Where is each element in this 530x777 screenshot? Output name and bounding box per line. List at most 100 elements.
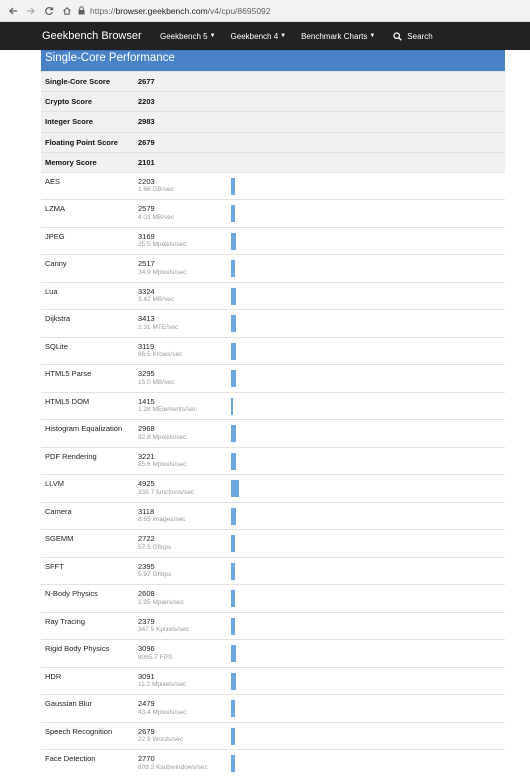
workload-rate: 8.65 images/sec bbox=[138, 516, 186, 524]
workload-name: LLVM bbox=[45, 479, 65, 489]
score-bar bbox=[231, 562, 235, 580]
summary-score: 2983 bbox=[138, 117, 155, 127]
workload-name: Face Detection bbox=[45, 754, 96, 764]
score-bar-track bbox=[231, 397, 471, 415]
workload-rate: 1.66 GB/sec bbox=[138, 186, 174, 194]
score-bar bbox=[231, 205, 235, 223]
workload-name: Canny bbox=[45, 259, 67, 269]
workload-rate: 15.0 MB/sec bbox=[138, 378, 175, 386]
nav-geekbench4-label: Geekbench 4 bbox=[230, 31, 279, 41]
summary-row: Crypto Score 2203 bbox=[41, 91, 505, 112]
workload-score: 3221 bbox=[138, 451, 155, 461]
workload-score: 2968 bbox=[138, 424, 155, 434]
summary-row: Memory Score 2101 bbox=[41, 151, 505, 172]
workload-rate: 5.97 Gflops bbox=[138, 571, 172, 579]
url-path: /v4/cpu/8695092 bbox=[207, 5, 271, 16]
workload-name: Histogram Equalization bbox=[45, 424, 123, 434]
score-bar bbox=[231, 507, 236, 525]
nav-geekbench4[interactable]: Geekbench 4 ▼ bbox=[231, 32, 287, 41]
score-bar-track bbox=[231, 645, 471, 663]
score-bar-track bbox=[231, 507, 471, 525]
score-bar bbox=[231, 177, 235, 195]
summary-label: Memory Score bbox=[45, 157, 97, 167]
workload-score: 2722 bbox=[138, 534, 155, 544]
score-bar-track bbox=[231, 617, 471, 635]
workload-rate: 22.9 Words/sec bbox=[138, 736, 184, 744]
workload-name: Rigid Body Physics bbox=[45, 644, 110, 654]
score-bar-track bbox=[231, 260, 471, 278]
workload-row: Ray Tracing 2379 347.5 Kpixels/sec bbox=[41, 611, 505, 640]
score-bar bbox=[231, 617, 235, 635]
brand-link[interactable]: Geekbench Browser bbox=[42, 30, 160, 42]
score-bar bbox=[231, 260, 235, 278]
score-bar bbox=[231, 370, 236, 388]
single-core-section: Single-Core Performance Single-Core Scor… bbox=[41, 50, 505, 777]
workload-row: JPEG 3169 25.5 Mpixels/sec bbox=[41, 226, 505, 255]
workload-score: 2379 bbox=[138, 616, 155, 626]
address-bar[interactable]: https://browser.geekbench.com/v4/cpu/869… bbox=[78, 2, 524, 19]
workload-name: Gaussian Blur bbox=[45, 699, 93, 709]
workload-name: HDR bbox=[45, 671, 62, 681]
score-bar bbox=[231, 315, 236, 333]
workload-name: HTML5 DOM bbox=[45, 396, 90, 406]
score-bar bbox=[231, 425, 236, 443]
workload-score: 2679 bbox=[138, 726, 155, 736]
workload-rate: 57.5 Gflops bbox=[138, 543, 172, 551]
score-bar-track bbox=[231, 205, 471, 223]
workload-score: 3413 bbox=[138, 314, 155, 324]
nav-benchmark-charts[interactable]: Benchmark Charts ▼ bbox=[301, 32, 375, 41]
forward-arrow-icon[interactable] bbox=[24, 4, 38, 18]
workload-row: HDR 3091 11.2 Mpixels/sec bbox=[41, 666, 505, 695]
score-bar-track bbox=[231, 562, 471, 580]
workload-name: Speech Recognition bbox=[45, 726, 113, 736]
home-icon[interactable] bbox=[60, 4, 74, 18]
workload-rate: 2.31 MTE/sec bbox=[138, 323, 179, 331]
workload-score: 2517 bbox=[138, 259, 155, 269]
workload-score: 2203 bbox=[138, 176, 155, 186]
score-bar bbox=[231, 755, 235, 773]
workload-row: Rigid Body Physics 3096 8065.7 FPS bbox=[41, 639, 505, 667]
workload-name: HTML5 Parse bbox=[45, 369, 92, 379]
nav-search[interactable]: Search bbox=[393, 31, 433, 41]
workload-score: 3169 bbox=[138, 231, 155, 241]
score-bar bbox=[231, 645, 236, 663]
summary-label: Integer Score bbox=[45, 117, 93, 127]
score-bar bbox=[231, 342, 236, 360]
reload-icon[interactable] bbox=[42, 4, 56, 18]
workload-rate: 1.95 Mpairs/sec bbox=[138, 598, 184, 606]
search-label: Search bbox=[407, 31, 433, 41]
workload-row: LZMA 2579 4.03 MB/sec bbox=[41, 199, 505, 227]
workload-row: SGEMM 2722 57.5 Gflops bbox=[41, 529, 505, 557]
workload-rate: 43.4 Mpixels/sec bbox=[138, 708, 187, 716]
workload-name: JPEG bbox=[45, 231, 65, 241]
score-bar-track bbox=[231, 452, 471, 470]
workload-table: AES 2203 1.66 GB/sec LZMA 2579 4.03 MB/sec JPE… bbox=[41, 171, 505, 777]
workload-name: SGEMM bbox=[45, 534, 74, 544]
summary-row: Integer Score 2983 bbox=[41, 111, 505, 132]
score-bar-track bbox=[231, 480, 471, 498]
workload-score: 3324 bbox=[138, 286, 155, 296]
workload-rate: 347.5 Kpixels/sec bbox=[138, 626, 189, 634]
workload-name: PDF Rendering bbox=[45, 451, 97, 461]
nav-benchmark-charts-label: Benchmark Charts bbox=[301, 31, 368, 41]
summary-score: 2679 bbox=[138, 137, 155, 147]
caret-down-icon: ▼ bbox=[280, 33, 287, 39]
score-bar bbox=[231, 287, 236, 305]
browser-toolbar: https://browser.geekbench.com/v4/cpu/869… bbox=[0, 0, 530, 22]
summary-label: Single-Core Score bbox=[45, 77, 111, 87]
nav-geekbench5[interactable]: Geekbench 5 ▼ bbox=[160, 32, 216, 41]
summary-label: Crypto Score bbox=[45, 97, 93, 107]
score-bar-track bbox=[231, 755, 471, 773]
score-bar-track bbox=[231, 425, 471, 443]
workload-score: 2479 bbox=[138, 699, 155, 709]
workload-rate: 86.5 Krows/sec bbox=[138, 351, 183, 359]
score-bar-track bbox=[231, 342, 471, 360]
workload-row: SQLite 3119 86.5 Krows/sec bbox=[41, 336, 505, 365]
workload-row: Histogram Equalization 2968 92.8 Mpixels/s… bbox=[41, 419, 505, 447]
workload-score: 3118 bbox=[138, 506, 155, 516]
workload-rate: 85.6 Mpixels/sec bbox=[138, 461, 187, 469]
workload-row: AES 2203 1.66 GB/sec bbox=[41, 171, 505, 200]
score-bar bbox=[231, 397, 233, 415]
summary-score: 2101 bbox=[138, 157, 155, 167]
back-arrow-icon[interactable] bbox=[6, 4, 20, 18]
